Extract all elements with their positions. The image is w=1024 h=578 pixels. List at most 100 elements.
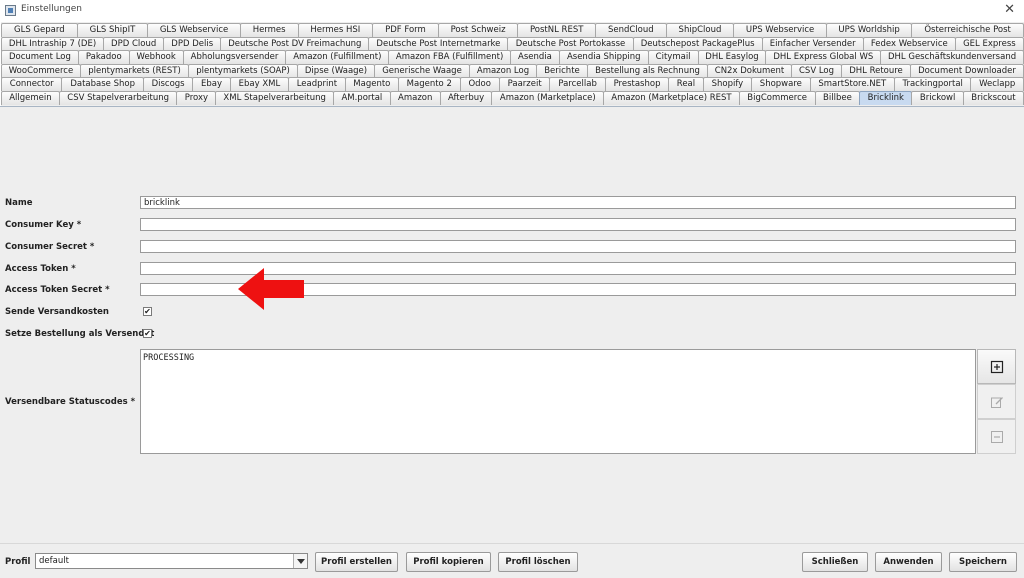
tab-dipse-waage[interactable]: Dipse (Waage) bbox=[297, 63, 375, 78]
tab-woocommerce[interactable]: WooCommerce bbox=[1, 63, 81, 78]
tab-csv-stapelverarbeitung[interactable]: CSV Stapelverarbeitung bbox=[58, 91, 178, 105]
tab-magento[interactable]: Magento bbox=[344, 77, 400, 92]
tab-amazon-fulfillment[interactable]: Amazon (Fulfillment) bbox=[285, 50, 390, 65]
set-order-shipped-checkbox[interactable]: ✔ bbox=[143, 329, 152, 338]
add-status-button[interactable] bbox=[977, 349, 1016, 384]
chevron-down-icon[interactable] bbox=[293, 554, 307, 568]
tab-amazon-fba-fulfillment[interactable]: Amazon FBA (Fulfillment) bbox=[388, 50, 511, 65]
tab-dhl-retoure[interactable]: DHL Retoure bbox=[841, 63, 911, 78]
tab-billbee[interactable]: Billbee bbox=[814, 91, 861, 105]
tab-deutschepost-packageplus[interactable]: Deutschepost PackagePlus bbox=[632, 36, 763, 51]
tab-abholungsversender[interactable]: Abholungsversender bbox=[182, 50, 287, 65]
tab-shopify[interactable]: Shopify bbox=[702, 77, 753, 92]
profile-select[interactable]: default bbox=[35, 553, 308, 569]
tab-leadprint[interactable]: Leadprint bbox=[288, 77, 346, 92]
tab-dhl-easylog[interactable]: DHL Easylog bbox=[697, 50, 767, 65]
remove-status-button[interactable] bbox=[977, 419, 1016, 454]
tab-prestashop[interactable]: Prestashop bbox=[604, 77, 670, 92]
tab-shipcloud[interactable]: ShipCloud bbox=[665, 23, 735, 37]
tab-generische-waage[interactable]: Generische Waage bbox=[374, 63, 470, 78]
tab-webhook[interactable]: Webhook bbox=[128, 50, 184, 65]
tab-amazon-marketplace-rest[interactable]: Amazon (Marketplace) REST bbox=[603, 91, 740, 105]
tab-hermes-hsi[interactable]: Hermes HSI bbox=[297, 23, 374, 37]
tab-shopware[interactable]: Shopware bbox=[751, 77, 811, 92]
copy-profile-button[interactable]: Profil kopieren bbox=[406, 552, 491, 572]
tab-pdf-form[interactable]: PDF Form bbox=[372, 23, 439, 37]
tab-deutsche-post-internetmarke[interactable]: Deutsche Post Internetmarke bbox=[368, 36, 509, 51]
tab-hermes[interactable]: Hermes bbox=[239, 23, 299, 37]
tab-dhl-intraship-7-de[interactable]: DHL Intraship 7 (DE) bbox=[1, 36, 105, 51]
send-shipping-costs-checkbox[interactable]: ✔ bbox=[143, 307, 152, 316]
tab-document-log[interactable]: Document Log bbox=[1, 50, 79, 65]
tab-brickowl[interactable]: Brickowl bbox=[911, 91, 965, 105]
tab-afterbuy[interactable]: Afterbuy bbox=[439, 91, 493, 105]
close-icon[interactable]: ✕ bbox=[1004, 3, 1015, 16]
tab-xml-stapelverarbeitung[interactable]: XML Stapelverarbeitung bbox=[215, 91, 334, 105]
tab-gls-webservice[interactable]: GLS Webservice bbox=[147, 23, 241, 37]
tab-csv-log[interactable]: CSV Log bbox=[791, 63, 842, 78]
tab-amazon-marketplace[interactable]: Amazon (Marketplace) bbox=[491, 91, 605, 105]
tab-post-schweiz[interactable]: Post Schweiz bbox=[437, 23, 519, 37]
tab-plentymarkets-soap[interactable]: plentymarkets (SOAP) bbox=[188, 63, 298, 78]
consumer-key-input[interactable] bbox=[140, 218, 1016, 231]
tab-allgemein[interactable]: Allgemein bbox=[1, 91, 60, 105]
tab-ups-worldship[interactable]: UPS Worldship bbox=[825, 23, 913, 37]
tab-ebay[interactable]: Ebay bbox=[192, 77, 231, 92]
tab-gls-gepard[interactable]: GLS Gepard bbox=[1, 23, 78, 37]
delete-profile-button[interactable]: Profil löschen bbox=[498, 552, 578, 572]
tab-magento-2[interactable]: Magento 2 bbox=[398, 77, 461, 92]
tab-pakadoo[interactable]: Pakadoo bbox=[77, 50, 130, 65]
tab-bestellung-als-rechnung[interactable]: Bestellung als Rechnung bbox=[587, 63, 708, 78]
tab-connector[interactable]: Connector bbox=[1, 77, 63, 92]
tab-proxy[interactable]: Proxy bbox=[176, 91, 217, 105]
tab-fedex-webservice[interactable]: Fedex Webservice bbox=[862, 36, 956, 51]
tab-citymail[interactable]: Citymail bbox=[647, 50, 699, 65]
tab-paarzeit[interactable]: Paarzeit bbox=[498, 77, 551, 92]
tab-amazon[interactable]: Amazon bbox=[389, 91, 441, 105]
tab-sendcloud[interactable]: SendCloud bbox=[595, 23, 667, 37]
tab-ups-webservice[interactable]: UPS Webservice bbox=[733, 23, 827, 37]
tab-amazon-log[interactable]: Amazon Log bbox=[469, 63, 537, 78]
tab-asendia-shipping[interactable]: Asendia Shipping bbox=[558, 50, 649, 65]
list-item[interactable]: PROCESSING bbox=[143, 353, 194, 363]
tab-plentymarkets-rest[interactable]: plentymarkets (REST) bbox=[80, 63, 189, 78]
tab-bricklink[interactable]: Bricklink bbox=[859, 91, 913, 105]
close-button[interactable]: Schließen bbox=[802, 552, 868, 572]
tab-am-portal[interactable]: AM.portal bbox=[332, 91, 391, 105]
tab-dpd-cloud[interactable]: DPD Cloud bbox=[103, 36, 165, 51]
tab-weclapp[interactable]: Weclapp bbox=[970, 77, 1024, 92]
tab-smartstore-net[interactable]: SmartStore.NET bbox=[809, 77, 895, 92]
tab-parcellab[interactable]: Parcellab bbox=[549, 77, 606, 92]
tab-cn2x-dokument[interactable]: CN2x Dokument bbox=[707, 63, 792, 78]
tab-dhl-express-global-ws[interactable]: DHL Express Global WS bbox=[765, 50, 882, 65]
name-input[interactable] bbox=[140, 196, 1016, 209]
edit-status-button[interactable] bbox=[977, 384, 1016, 419]
tab-dhl-geschäftskundenversand[interactable]: DHL Geschäftskundenversand bbox=[880, 50, 1024, 65]
consumer-secret-input[interactable] bbox=[140, 240, 1016, 253]
tab-dpd-delis[interactable]: DPD Delis bbox=[163, 36, 222, 51]
tab-odoo[interactable]: Odoo bbox=[459, 77, 500, 92]
create-profile-button[interactable]: Profil erstellen bbox=[315, 552, 398, 572]
tab-deutsche-post-portokasse[interactable]: Deutsche Post Portokasse bbox=[507, 36, 634, 51]
apply-button[interactable]: Anwenden bbox=[875, 552, 942, 572]
tab-brickscout[interactable]: Brickscout bbox=[963, 91, 1024, 105]
tab-gls-shipit[interactable]: GLS ShipIT bbox=[76, 23, 149, 37]
tab-deutsche-post-dv-freimachung[interactable]: Deutsche Post DV Freimachung bbox=[220, 36, 370, 51]
tab-asendia[interactable]: Asendia bbox=[509, 50, 560, 65]
tab-österreichische-post[interactable]: Österreichische Post bbox=[911, 23, 1024, 37]
minus-box-icon bbox=[990, 430, 1003, 443]
save-button[interactable]: Speichern bbox=[949, 552, 1017, 572]
tab-postnl-rest[interactable]: PostNL REST bbox=[517, 23, 596, 37]
tab-berichte[interactable]: Berichte bbox=[536, 63, 588, 78]
plus-box-icon bbox=[990, 360, 1003, 373]
tab-document-downloader[interactable]: Document Downloader bbox=[910, 63, 1024, 78]
tab-einfacher-versender[interactable]: Einfacher Versender bbox=[761, 36, 864, 51]
tab-trackingportal[interactable]: Trackingportal bbox=[894, 77, 972, 92]
tab-bigcommerce[interactable]: BigCommerce bbox=[738, 91, 816, 105]
tab-gel-express[interactable]: GEL Express bbox=[954, 36, 1024, 51]
tab-real[interactable]: Real bbox=[668, 77, 704, 92]
tab-database-shop[interactable]: Database Shop bbox=[61, 77, 144, 92]
tab-ebay-xml[interactable]: Ebay XML bbox=[229, 77, 290, 92]
status-codes-list[interactable]: PROCESSING bbox=[140, 349, 976, 454]
tab-discogs[interactable]: Discogs bbox=[142, 77, 194, 92]
